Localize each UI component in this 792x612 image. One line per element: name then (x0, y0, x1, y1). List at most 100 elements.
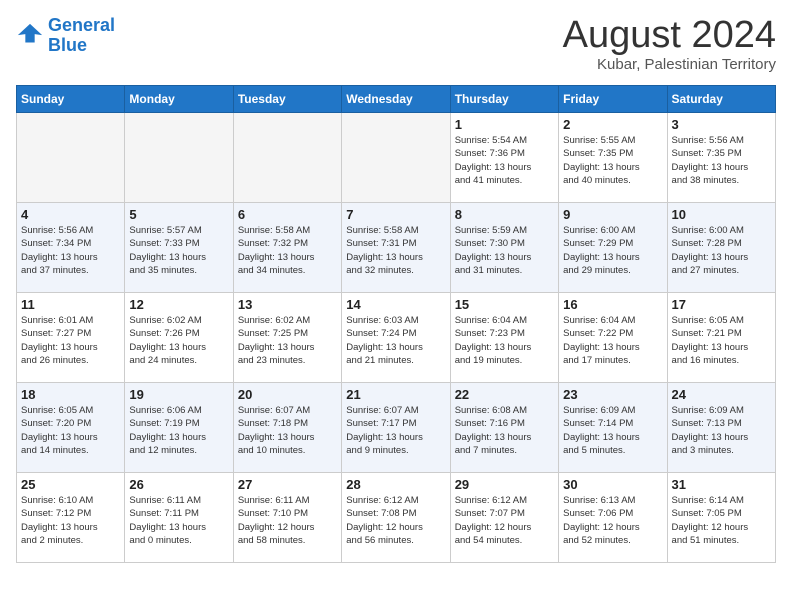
calendar-day-26: 26 Sunrise: 6:11 AM Sunset: 7:11 PM Dayli… (125, 473, 233, 563)
calendar-week-row: 25Sunrise: 6:10 AM Sunset: 7:12 PM Dayli… (17, 473, 776, 563)
day-number: 6 (238, 207, 337, 222)
day-info: Sunrise: 6:14 AM Sunset: 7:05 PM Dayligh… (672, 494, 771, 547)
calendar-day-12: 12Sunrise: 6:02 AM Sunset: 7:26 PM Dayli… (125, 293, 233, 383)
calendar-day-11: 11Sunrise: 6:01 AM Sunset: 7:27 PM Dayli… (17, 293, 125, 383)
day-number: 26 (129, 477, 228, 492)
day-info: Sunrise: 5:59 AM Sunset: 7:30 PM Dayligh… (455, 224, 554, 277)
day-number: 5 (129, 207, 228, 222)
day-info: Sunrise: 5:57 AM Sunset: 7:33 PM Dayligh… (129, 224, 228, 277)
calendar-day-30: 30 Sunrise: 6:13 AM Sunset: 7:06 PM Dayli… (559, 473, 667, 563)
month-year: August 2024 (563, 16, 776, 54)
weekday-header-saturday: Saturday (667, 86, 775, 113)
day-number: 21 (346, 387, 445, 402)
page-header: GeneralBlue August 2024 Kubar, Palestini… (16, 16, 776, 73)
calendar-day-21: 21 Sunrise: 6:07 AM Sunset: 7:17 PM Dayli… (342, 383, 450, 473)
calendar-empty-cell (233, 113, 341, 203)
day-number: 30 (563, 477, 662, 492)
day-info: Sunrise: 6:09 AM Sunset: 7:14 PM Dayligh… (563, 404, 662, 457)
day-number: 19 (129, 387, 228, 402)
day-info: Sunrise: 6:11 AM Sunset: 7:10 PM Dayligh… (238, 494, 337, 547)
day-info: Sunrise: 5:56 AM Sunset: 7:35 PM Dayligh… (672, 134, 771, 187)
day-number: 4 (21, 207, 120, 222)
location: Kubar, Palestinian Territory (563, 56, 776, 73)
calendar-empty-cell (342, 113, 450, 203)
day-info: Sunrise: 6:11 AM Sunset: 7:11 PM Dayligh… (129, 494, 228, 547)
title-block: August 2024 Kubar, Palestinian Territory (563, 16, 776, 73)
day-info: Sunrise: 6:13 AM Sunset: 7:06 PM Dayligh… (563, 494, 662, 547)
day-info: Sunrise: 6:07 AM Sunset: 7:17 PM Dayligh… (346, 404, 445, 457)
weekday-header-friday: Friday (559, 86, 667, 113)
calendar-day-23: 23 Sunrise: 6:09 AM Sunset: 7:14 PM Dayli… (559, 383, 667, 473)
weekday-header-sunday: Sunday (17, 86, 125, 113)
day-number: 23 (563, 387, 662, 402)
day-number: 20 (238, 387, 337, 402)
calendar-day-6: 6 Sunrise: 5:58 AM Sunset: 7:32 PM Daylig… (233, 203, 341, 293)
calendar-table: SundayMondayTuesdayWednesdayThursdayFrid… (16, 85, 776, 563)
day-info: Sunrise: 6:12 AM Sunset: 7:08 PM Dayligh… (346, 494, 445, 547)
day-info: Sunrise: 6:07 AM Sunset: 7:18 PM Dayligh… (238, 404, 337, 457)
day-number: 11 (21, 297, 120, 312)
day-info: Sunrise: 6:04 AM Sunset: 7:23 PM Dayligh… (455, 314, 554, 367)
calendar-week-row: 4 Sunrise: 5:56 AM Sunset: 7:34 PM Daylig… (17, 203, 776, 293)
calendar-day-7: 7 Sunrise: 5:58 AM Sunset: 7:31 PM Daylig… (342, 203, 450, 293)
calendar-empty-cell (17, 113, 125, 203)
calendar-day-4: 4 Sunrise: 5:56 AM Sunset: 7:34 PM Daylig… (17, 203, 125, 293)
day-number: 15 (455, 297, 554, 312)
day-info: Sunrise: 5:55 AM Sunset: 7:35 PM Dayligh… (563, 134, 662, 187)
day-number: 2 (563, 117, 662, 132)
calendar-day-27: 27Sunrise: 6:11 AM Sunset: 7:10 PM Dayli… (233, 473, 341, 563)
calendar-week-row: 18Sunrise: 6:05 AM Sunset: 7:20 PM Dayli… (17, 383, 776, 473)
day-number: 8 (455, 207, 554, 222)
calendar-day-13: 13 Sunrise: 6:02 AM Sunset: 7:25 PM Dayli… (233, 293, 341, 383)
day-info: Sunrise: 6:06 AM Sunset: 7:19 PM Dayligh… (129, 404, 228, 457)
day-info: Sunrise: 5:56 AM Sunset: 7:34 PM Dayligh… (21, 224, 120, 277)
day-number: 3 (672, 117, 771, 132)
calendar-day-17: 17 Sunrise: 6:05 AM Sunset: 7:21 PM Dayli… (667, 293, 775, 383)
day-info: Sunrise: 6:00 AM Sunset: 7:29 PM Dayligh… (563, 224, 662, 277)
day-info: Sunrise: 6:00 AM Sunset: 7:28 PM Dayligh… (672, 224, 771, 277)
day-number: 31 (672, 477, 771, 492)
calendar-day-3: 3 Sunrise: 5:56 AM Sunset: 7:35 PM Daylig… (667, 113, 775, 203)
day-number: 12 (129, 297, 228, 312)
weekday-header-thursday: Thursday (450, 86, 558, 113)
calendar-day-2: 2 Sunrise: 5:55 AM Sunset: 7:35 PM Daylig… (559, 113, 667, 203)
calendar-day-22: 22 Sunrise: 6:08 AM Sunset: 7:16 PM Dayli… (450, 383, 558, 473)
day-info: Sunrise: 6:08 AM Sunset: 7:16 PM Dayligh… (455, 404, 554, 457)
day-number: 10 (672, 207, 771, 222)
day-number: 13 (238, 297, 337, 312)
calendar-day-15: 15 Sunrise: 6:04 AM Sunset: 7:23 PM Dayli… (450, 293, 558, 383)
day-info: Sunrise: 6:12 AM Sunset: 7:07 PM Dayligh… (455, 494, 554, 547)
day-number: 22 (455, 387, 554, 402)
day-number: 24 (672, 387, 771, 402)
logo: GeneralBlue (16, 16, 115, 56)
calendar-day-1: 1Sunrise: 5:54 AM Sunset: 7:36 PM Daylig… (450, 113, 558, 203)
day-number: 9 (563, 207, 662, 222)
calendar-day-10: 10 Sunrise: 6:00 AM Sunset: 7:28 PM Dayli… (667, 203, 775, 293)
day-number: 14 (346, 297, 445, 312)
calendar-day-8: 8 Sunrise: 5:59 AM Sunset: 7:30 PM Daylig… (450, 203, 558, 293)
day-info: Sunrise: 6:10 AM Sunset: 7:12 PM Dayligh… (21, 494, 120, 547)
logo-icon (16, 22, 44, 50)
calendar-day-28: 28 Sunrise: 6:12 AM Sunset: 7:08 PM Dayli… (342, 473, 450, 563)
day-info: Sunrise: 6:04 AM Sunset: 7:22 PM Dayligh… (563, 314, 662, 367)
day-number: 18 (21, 387, 120, 402)
calendar-day-29: 29Sunrise: 6:12 AM Sunset: 7:07 PM Dayli… (450, 473, 558, 563)
calendar-week-row: 11Sunrise: 6:01 AM Sunset: 7:27 PM Dayli… (17, 293, 776, 383)
day-number: 28 (346, 477, 445, 492)
day-info: Sunrise: 6:09 AM Sunset: 7:13 PM Dayligh… (672, 404, 771, 457)
day-number: 16 (563, 297, 662, 312)
day-info: Sunrise: 6:05 AM Sunset: 7:21 PM Dayligh… (672, 314, 771, 367)
calendar-empty-cell (125, 113, 233, 203)
calendar-week-row: 1Sunrise: 5:54 AM Sunset: 7:36 PM Daylig… (17, 113, 776, 203)
day-info: Sunrise: 5:58 AM Sunset: 7:31 PM Dayligh… (346, 224, 445, 277)
day-info: Sunrise: 6:02 AM Sunset: 7:25 PM Dayligh… (238, 314, 337, 367)
day-info: Sunrise: 5:54 AM Sunset: 7:36 PM Dayligh… (455, 134, 554, 187)
calendar-day-9: 9 Sunrise: 6:00 AM Sunset: 7:29 PM Daylig… (559, 203, 667, 293)
calendar-day-18: 18Sunrise: 6:05 AM Sunset: 7:20 PM Dayli… (17, 383, 125, 473)
day-number: 17 (672, 297, 771, 312)
calendar-day-20: 20 Sunrise: 6:07 AM Sunset: 7:18 PM Dayli… (233, 383, 341, 473)
calendar-day-31: 31 Sunrise: 6:14 AM Sunset: 7:05 PM Dayli… (667, 473, 775, 563)
calendar-day-25: 25Sunrise: 6:10 AM Sunset: 7:12 PM Dayli… (17, 473, 125, 563)
day-info: Sunrise: 5:58 AM Sunset: 7:32 PM Dayligh… (238, 224, 337, 277)
day-number: 7 (346, 207, 445, 222)
